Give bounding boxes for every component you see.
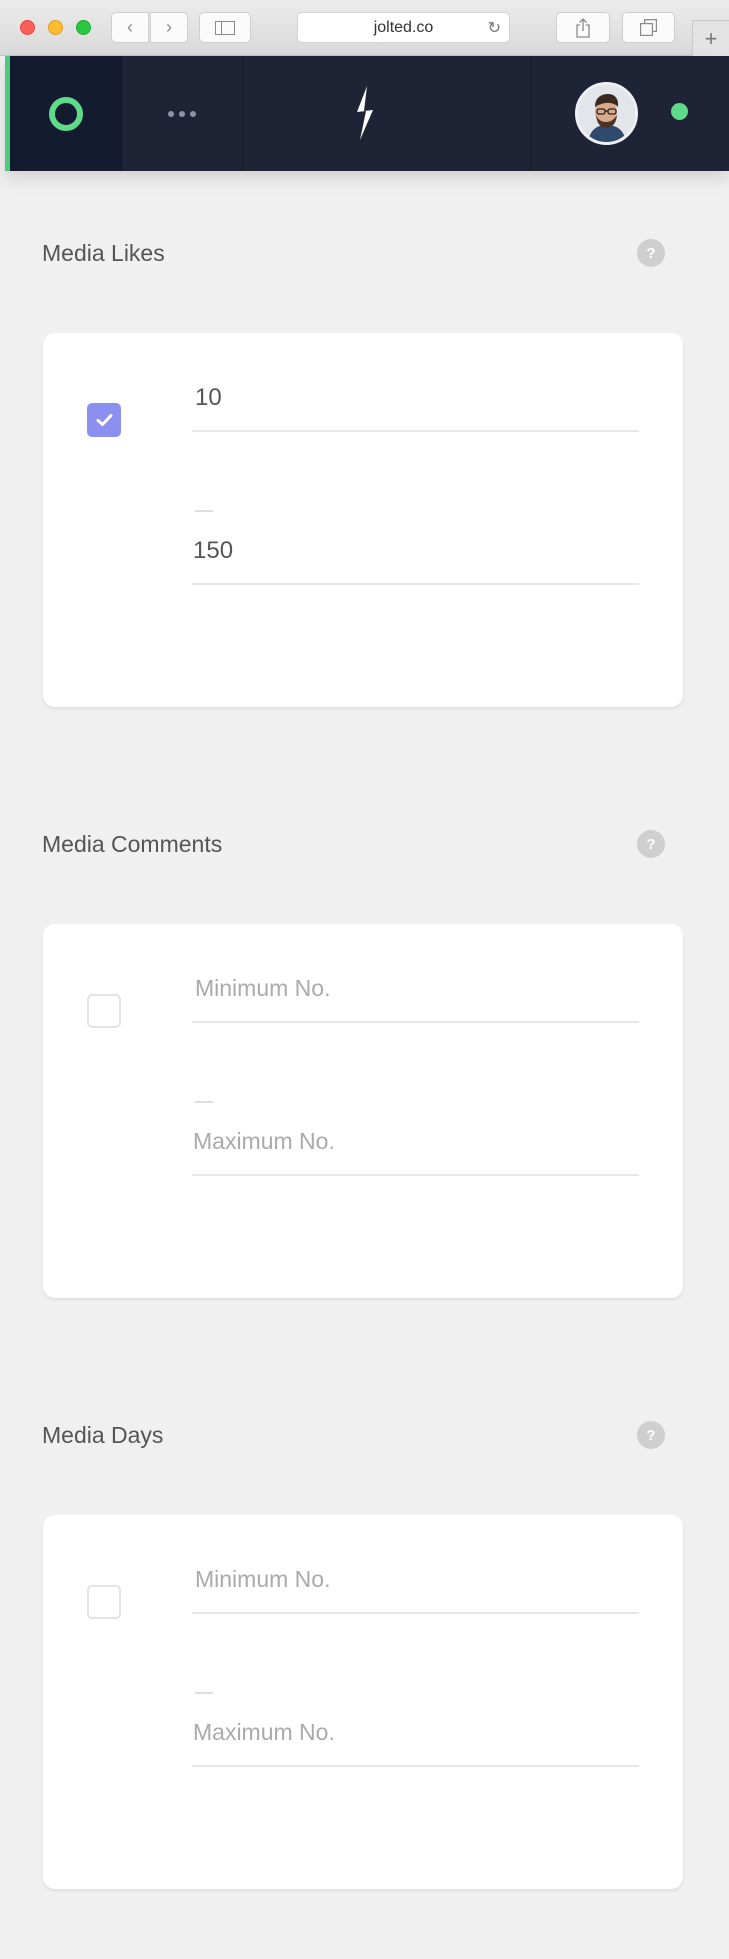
close-window-button[interactable]	[20, 20, 35, 35]
media-days-min-placeholder: Minimum No.	[195, 1566, 331, 1592]
show-tabs-button[interactable]	[622, 12, 675, 43]
browser-toolbar: ‹ › jolted.co ↻ +	[0, 0, 729, 56]
user-portrait-icon	[578, 85, 635, 142]
media-likes-min-field[interactable]: 10	[192, 378, 639, 432]
more-menu-button[interactable]	[122, 56, 243, 171]
media-days-max-placeholder: Maximum No.	[193, 1719, 335, 1745]
help-icon[interactable]: ?	[637, 1421, 665, 1449]
media-comments-checkbox[interactable]	[87, 994, 121, 1028]
app-header	[5, 56, 729, 171]
section-title-media-comments: Media Comments	[42, 831, 223, 857]
media-comments-min-placeholder: Minimum No.	[195, 975, 331, 1001]
media-days-max-field[interactable]: Maximum No.	[192, 1713, 639, 1767]
chevron-right-icon: ›	[166, 17, 172, 37]
media-likes-card: 10 150	[43, 333, 683, 707]
share-button[interactable]	[556, 12, 610, 43]
section-title-media-days: Media Days	[42, 1422, 164, 1448]
online-status-dot	[671, 103, 688, 120]
forward-button[interactable]: ›	[150, 12, 188, 43]
range-dash	[195, 510, 213, 512]
media-likes-max-value: 150	[193, 537, 234, 564]
avatar[interactable]	[575, 82, 638, 145]
reload-icon[interactable]: ↻	[488, 18, 501, 38]
new-tab-button[interactable]: +	[692, 20, 729, 56]
address-bar[interactable]: jolted.co ↻	[297, 12, 510, 43]
ring-logo-icon	[49, 96, 83, 131]
url-text: jolted.co	[373, 18, 434, 36]
media-days-min-field[interactable]: Minimum No.	[192, 1560, 639, 1614]
back-button[interactable]: ‹	[111, 12, 149, 43]
lightning-bolt-logo-icon	[357, 86, 373, 140]
sidebar-toggle-button[interactable]	[199, 12, 251, 43]
range-dash	[195, 1692, 213, 1694]
zoom-window-button[interactable]	[76, 20, 91, 35]
media-comments-max-placeholder: Maximum No.	[193, 1128, 335, 1154]
media-likes-checkbox[interactable]	[87, 403, 121, 437]
plus-icon: +	[704, 25, 718, 51]
checkmark-icon	[96, 414, 113, 426]
minimize-window-button[interactable]	[48, 20, 63, 35]
section-title-media-likes: Media Likes	[42, 240, 165, 266]
range-dash	[195, 1101, 213, 1103]
media-days-card: Minimum No. Maximum No.	[43, 1515, 683, 1889]
media-likes-max-field[interactable]: 150	[192, 531, 639, 585]
help-icon[interactable]: ?	[637, 830, 665, 858]
media-comments-card: Minimum No. Maximum No.	[43, 924, 683, 1298]
chevron-left-icon: ‹	[127, 17, 133, 37]
media-comments-max-field[interactable]: Maximum No.	[192, 1122, 639, 1176]
media-comments-min-field[interactable]: Minimum No.	[192, 969, 639, 1023]
tabs-icon	[640, 19, 657, 36]
home-nav-item[interactable]	[5, 56, 122, 171]
more-dots-icon	[168, 110, 174, 117]
help-icon[interactable]: ?	[637, 239, 665, 267]
media-days-checkbox[interactable]	[87, 1585, 121, 1619]
sidebar-icon	[215, 20, 235, 35]
share-icon	[576, 17, 590, 38]
user-menu[interactable]	[530, 56, 729, 171]
media-likes-min-value: 10	[195, 384, 222, 411]
